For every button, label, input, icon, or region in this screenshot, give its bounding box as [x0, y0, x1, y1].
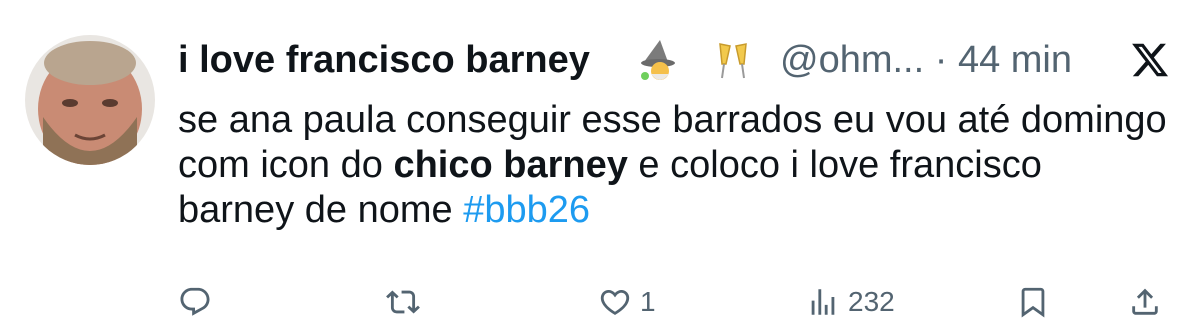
views-count: 232	[848, 286, 895, 317]
reply-button[interactable]	[178, 282, 212, 322]
wizard-emoji-icon	[641, 40, 675, 80]
tweet-text: se ana paula conseguir esse barrados eu …	[178, 98, 1168, 233]
action-bar: 1 232	[178, 282, 1168, 322]
bookmark-button[interactable]	[1016, 282, 1050, 322]
heart-icon	[600, 289, 630, 315]
retweet-button[interactable]	[386, 282, 420, 322]
separator-dot: ·	[934, 39, 948, 81]
avatar[interactable]	[25, 35, 155, 165]
share-icon	[1132, 288, 1158, 315]
bookmark-icon	[1021, 287, 1045, 318]
retweet-icon	[386, 290, 420, 314]
display-name[interactable]: i love francisco barney	[178, 36, 590, 84]
like-button[interactable]: 1	[598, 282, 656, 322]
handle[interactable]: @ohm...	[780, 39, 924, 81]
views-icon	[811, 289, 835, 315]
views-button[interactable]: 232	[806, 282, 895, 322]
handle-and-time[interactable]: @ohm... · 44 min	[780, 36, 1072, 84]
clinking-glasses-emoji-icon	[719, 43, 747, 79]
share-button[interactable]	[1128, 282, 1162, 322]
tweet-header: i love francisco barney @ohm... · 44 min	[178, 36, 1178, 86]
x-logo-icon[interactable]	[1130, 40, 1170, 80]
hashtag-link[interactable]: #bbb26	[463, 189, 590, 231]
timestamp[interactable]: 44 min	[958, 39, 1072, 81]
like-count: 1	[640, 286, 656, 317]
tweet-text-bold: chico barney	[393, 144, 628, 186]
reply-icon	[180, 287, 210, 316]
